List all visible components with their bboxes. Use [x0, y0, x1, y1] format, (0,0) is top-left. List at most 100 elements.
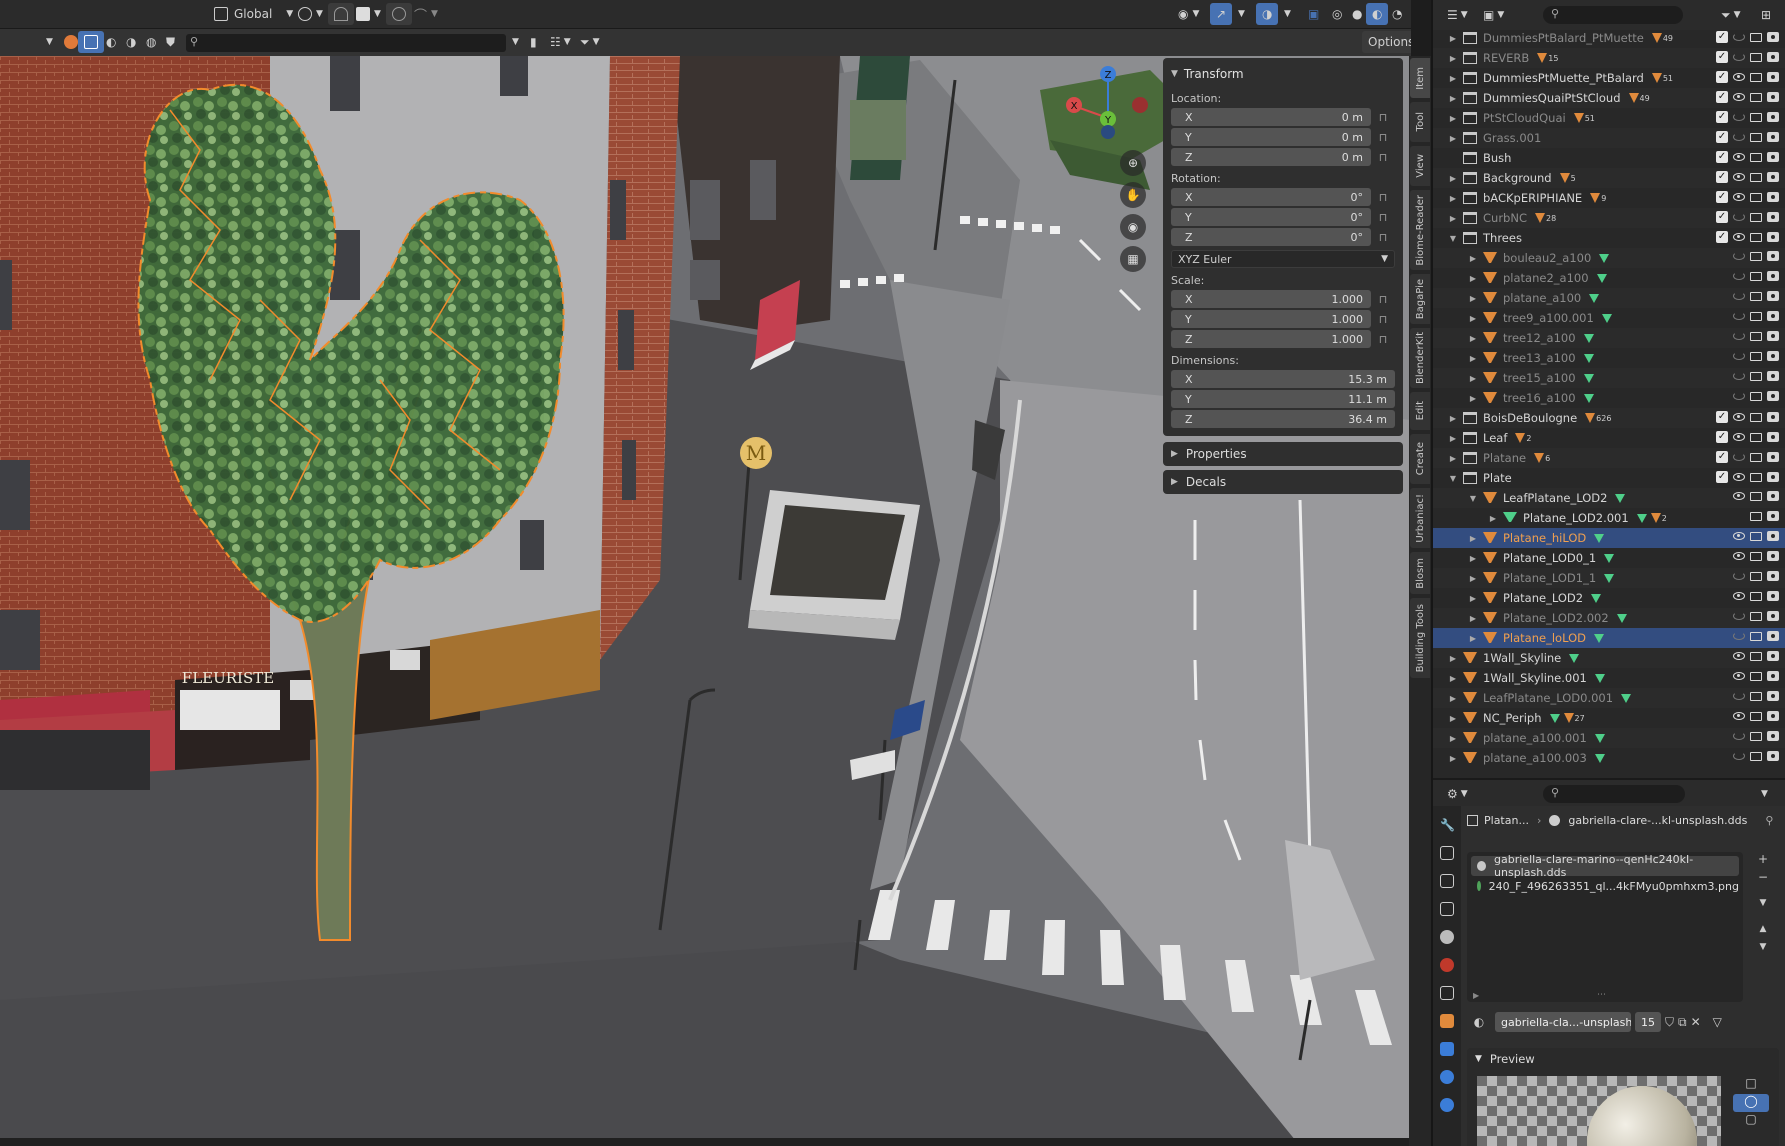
view-layer-tab-icon[interactable] — [1440, 902, 1454, 916]
outliner-row[interactable]: ▶ Platane_LOD2 — [1433, 588, 1785, 608]
outliner-row[interactable]: ▶ platane_a100.001 — [1433, 728, 1785, 748]
render-camera-icon[interactable] — [1767, 472, 1779, 482]
eye-closed-icon[interactable] — [1733, 332, 1745, 340]
preview-flat-icon[interactable]: □ — [1733, 1076, 1769, 1094]
preview-panel-header[interactable]: ▼ Preview — [1467, 1048, 1779, 1070]
eye-closed-icon[interactable] — [1733, 692, 1745, 700]
expand-closed-icon[interactable]: ▶ — [1467, 594, 1479, 603]
outliner-row[interactable]: ▶ BoisDeBoulogne 626 ✓ — [1433, 408, 1785, 428]
sidebar-tab-tool[interactable]: Tool — [1410, 102, 1430, 142]
scale-x-field[interactable]: X 1.000 — [1171, 290, 1371, 308]
world-tab-icon[interactable] — [1440, 958, 1454, 972]
expand-closed-icon[interactable]: ▶ — [1467, 554, 1479, 563]
expand-closed-icon[interactable]: ▶ — [1467, 334, 1479, 343]
close-icon[interactable]: ✕ — [1691, 1015, 1701, 1029]
eye-icon[interactable] — [1733, 552, 1745, 560]
viewport-disable-icon[interactable] — [1750, 251, 1762, 261]
exclude-checkbox[interactable]: ✓ — [1716, 231, 1728, 243]
ortho-grid-icon[interactable]: ▦ — [1120, 246, 1146, 272]
physics-tab-icon[interactable] — [1440, 1098, 1454, 1112]
preview-cube-icon[interactable]: ▢ — [1733, 1112, 1769, 1130]
layout-dropdown[interactable]: ☷ ▼ — [544, 31, 577, 53]
eye-closed-icon[interactable] — [1733, 272, 1745, 280]
outliner-row[interactable]: ▶ bouleau2_a100 — [1433, 248, 1785, 268]
render-camera-icon[interactable] — [1767, 711, 1779, 721]
viewport-disable-icon[interactable] — [1750, 32, 1762, 42]
outliner-row[interactable]: ▶ tree16_a100 — [1433, 388, 1785, 408]
bookmark-button[interactable]: ▮ — [524, 31, 543, 53]
exclude-checkbox[interactable]: ✓ — [1716, 171, 1728, 183]
exclude-checkbox[interactable]: ✓ — [1716, 191, 1728, 203]
outliner-row[interactable]: ▶ tree9_a100.001 — [1433, 308, 1785, 328]
camera-view-icon[interactable]: ◉ — [1120, 214, 1146, 240]
outliner-row[interactable]: ▶ REVERB 15 ✓ — [1433, 48, 1785, 68]
new-collection-button[interactable]: ⊞ — [1755, 4, 1777, 26]
lock-icon[interactable]: ⊓ — [1371, 191, 1395, 204]
sidebar-tab-view[interactable]: View — [1410, 146, 1430, 186]
gizmo-toggle[interactable]: ↗ — [1210, 3, 1233, 25]
exclude-checkbox[interactable]: ✓ — [1716, 151, 1728, 163]
outliner-row[interactable]: ▶ NC_Periph 27 — [1433, 708, 1785, 728]
viewport-disable-icon[interactable] — [1750, 72, 1762, 82]
properties-options-dropdown[interactable]: ▼ — [1755, 783, 1774, 805]
outliner-row[interactable]: ▶ DummiesPtBalard_PtMuette 49 ✓ — [1433, 28, 1785, 48]
eye-icon[interactable] — [1733, 173, 1745, 181]
eye-closed-icon[interactable] — [1733, 252, 1745, 260]
lock-icon[interactable]: ⊓ — [1371, 151, 1395, 164]
outliner-row[interactable]: ▶ Platane_LOD2.002 — [1433, 608, 1785, 628]
expand-open-icon[interactable]: ▼ — [1467, 494, 1479, 503]
exclude-checkbox[interactable]: ✓ — [1716, 91, 1728, 103]
expand-closed-icon[interactable]: ▶ — [1447, 454, 1459, 463]
expand-closed-icon[interactable]: ▶ — [1447, 94, 1459, 103]
viewport-disable-icon[interactable] — [1750, 571, 1762, 581]
expand-closed-icon[interactable]: ▶ — [1447, 194, 1459, 203]
eye-closed-icon[interactable] — [1733, 113, 1745, 121]
render-camera-icon[interactable] — [1767, 132, 1779, 142]
viewport-disable-icon[interactable] — [1750, 651, 1762, 661]
render-camera-icon[interactable] — [1767, 571, 1779, 581]
viewport-disable-icon[interactable] — [1750, 591, 1762, 601]
outliner-row[interactable]: ▶ Platane 6 ✓ — [1433, 448, 1785, 468]
render-camera-icon[interactable] — [1767, 351, 1779, 361]
properties-search-field[interactable]: ⚲ — [1543, 785, 1685, 803]
duplicate-icon[interactable]: ⧉ — [1678, 1015, 1687, 1030]
dimensions-x-field[interactable]: X 15.3 m — [1171, 370, 1395, 388]
viewport-disable-icon[interactable] — [1750, 432, 1762, 442]
pivot-point-dropdown[interactable]: ▼ — [292, 3, 329, 25]
eye-closed-icon[interactable] — [1733, 612, 1745, 620]
collection-tab-icon[interactable] — [1440, 986, 1454, 1000]
preview-sphere-icon[interactable]: ◯ — [1733, 1094, 1769, 1112]
output-tab-icon[interactable] — [1440, 874, 1454, 888]
outliner-row[interactable]: ▶ platane2_a100 — [1433, 268, 1785, 288]
render-camera-icon[interactable] — [1767, 551, 1779, 561]
modifier-tab-icon[interactable] — [1440, 1042, 1454, 1056]
lock-icon[interactable]: ⊓ — [1371, 131, 1395, 144]
list-expand-toggle[interactable]: ▶ — [1473, 991, 1479, 1000]
snap-target-dropdown[interactable]: ▼ — [350, 3, 387, 25]
render-camera-icon[interactable] — [1767, 251, 1779, 261]
user-count[interactable]: 15 — [1635, 1012, 1661, 1032]
move-slot-up-button[interactable]: ▲ — [1751, 924, 1775, 942]
properties-editor-type[interactable]: ⚙ ▼ — [1441, 783, 1474, 805]
material-slot[interactable]: gabriella-clare-marino--qenHc240kI-unspl… — [1471, 853, 1739, 879]
expand-closed-icon[interactable]: ▶ — [1447, 54, 1459, 63]
transform-panel-header[interactable]: ▼ Transform — [1171, 62, 1395, 86]
eye-icon[interactable] — [1733, 233, 1745, 241]
eye-closed-icon[interactable] — [1733, 352, 1745, 360]
tool-tab-icon[interactable]: 🔧 — [1440, 818, 1455, 832]
outliner-search-field[interactable]: ⚲ — [1543, 6, 1683, 24]
eye-closed-icon[interactable] — [1733, 453, 1745, 461]
expand-closed-icon[interactable]: ▶ — [1447, 674, 1459, 683]
eye-closed-icon[interactable] — [1733, 213, 1745, 221]
transform-orientation-dropdown[interactable]: Global ▼ — [208, 3, 299, 25]
viewport-disable-icon[interactable] — [1750, 412, 1762, 422]
exclude-checkbox[interactable]: ✓ — [1716, 111, 1728, 123]
exclude-checkbox[interactable]: ✓ — [1716, 211, 1728, 223]
expand-open-icon[interactable]: ▼ — [1447, 474, 1459, 483]
overlays-dropdown[interactable]: ▼ — [1278, 3, 1297, 25]
render-camera-icon[interactable] — [1767, 52, 1779, 62]
render-camera-icon[interactable] — [1767, 412, 1779, 422]
editor-type-dropdown[interactable]: ▼ — [40, 31, 59, 53]
expand-closed-icon[interactable]: ▶ — [1467, 254, 1479, 263]
eye-closed-icon[interactable] — [1733, 372, 1745, 380]
